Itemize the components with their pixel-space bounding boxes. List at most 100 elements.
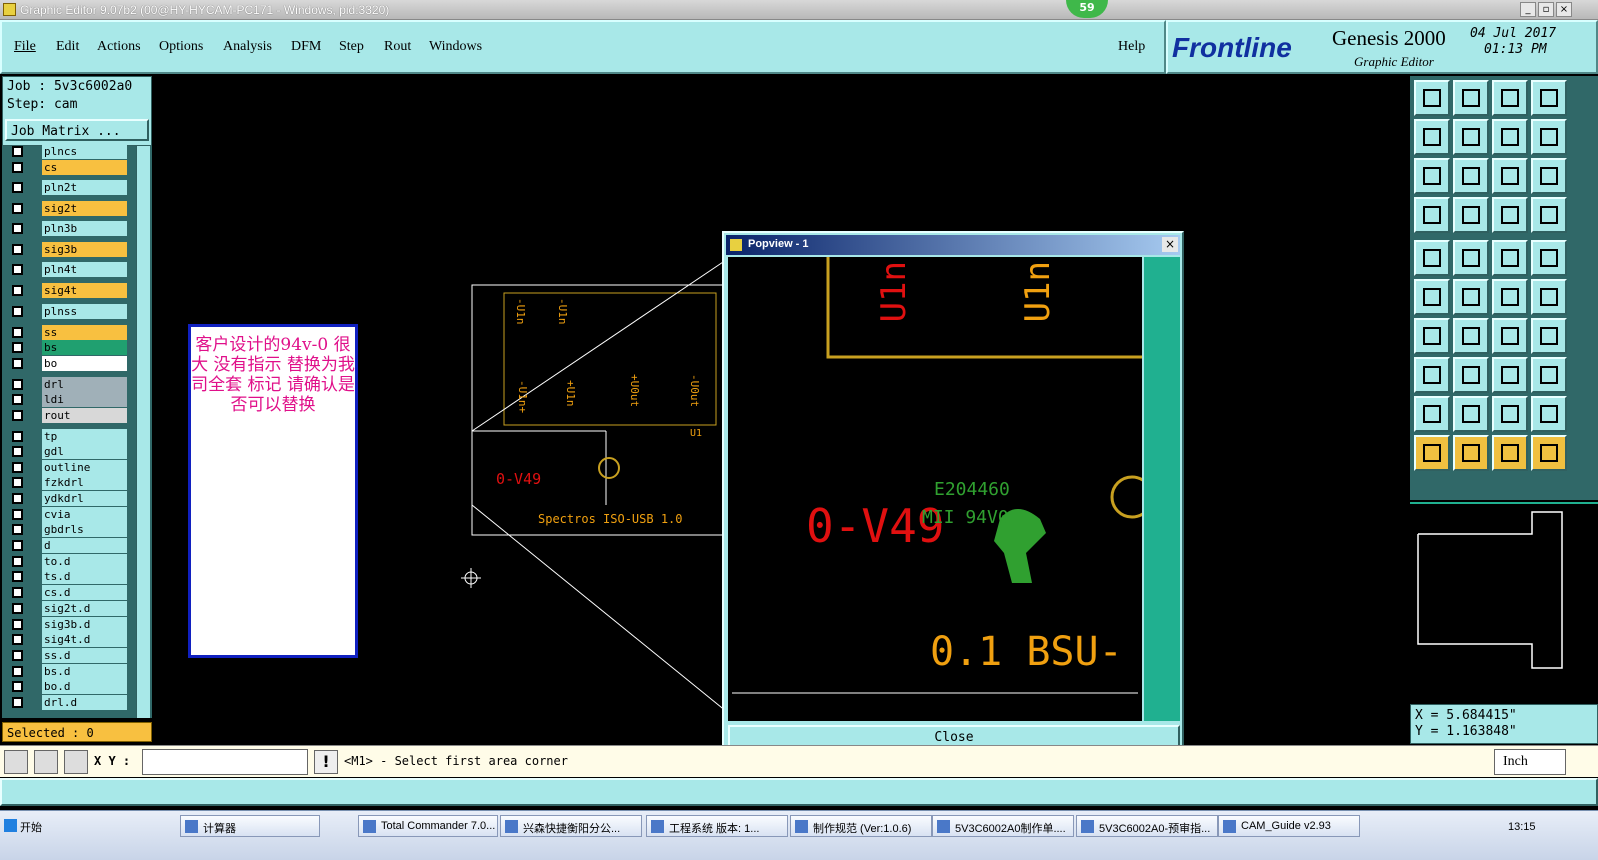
layer-select2-icon[interactable] <box>1531 197 1567 233</box>
zoom-center-icon[interactable] <box>1453 158 1489 194</box>
menu-rout[interactable]: Rout <box>384 39 411 55</box>
layer-checkbox[interactable] <box>12 509 23 520</box>
layer-checkbox[interactable] <box>12 146 23 157</box>
layer-name[interactable]: ldi <box>42 392 127 407</box>
layer-name[interactable]: drl.d <box>42 695 127 710</box>
move-icon[interactable] <box>1492 357 1528 393</box>
layer-name[interactable]: ts.d <box>42 569 127 584</box>
connect-icon[interactable] <box>1492 279 1528 315</box>
node-icon[interactable] <box>1414 279 1450 315</box>
pointer4-icon[interactable] <box>1531 435 1567 471</box>
layer-name[interactable]: outline <box>42 460 127 475</box>
menu-analysis[interactable]: Analysis <box>223 39 272 55</box>
layer-checkbox[interactable] <box>12 681 23 692</box>
menu-help[interactable]: Help <box>1118 39 1145 55</box>
menu-options[interactable]: Options <box>159 39 203 55</box>
layer-checkbox[interactable] <box>12 342 23 353</box>
layer-name[interactable]: bo <box>42 356 127 371</box>
layer-name[interactable]: ss <box>42 325 127 340</box>
layer-name[interactable]: tp <box>42 429 127 444</box>
line-draw-icon[interactable] <box>1453 240 1489 276</box>
triangle-icon[interactable] <box>1414 396 1450 432</box>
layer-checkbox[interactable] <box>12 587 23 598</box>
pan-right-icon[interactable] <box>1453 119 1489 155</box>
zoom-fit-icon[interactable] <box>1414 158 1450 194</box>
restore-button[interactable]: ▫ <box>1538 2 1554 17</box>
taskbar-item-7[interactable]: CAM_Guide v2.93 <box>1218 815 1360 837</box>
layer-name[interactable]: plnss <box>42 304 127 319</box>
pointer-icon[interactable] <box>1414 435 1450 471</box>
layer-checkbox[interactable] <box>12 162 23 173</box>
taskbar-item-4[interactable]: 制作规范 (Ver:1.0.6) <box>790 815 932 837</box>
properties-icon[interactable] <box>1414 197 1450 233</box>
layer-checkbox[interactable] <box>12 462 23 473</box>
open-job-icon[interactable] <box>1414 80 1450 116</box>
snap-icon[interactable] <box>4 750 28 774</box>
warning-icon[interactable]: ! <box>314 750 338 774</box>
layer-checkbox[interactable] <box>12 223 23 234</box>
layer-name[interactable]: cvia <box>42 507 127 522</box>
layer-name[interactable]: cs <box>42 160 127 175</box>
layer-name[interactable]: sig2t <box>42 201 127 216</box>
layer-checkbox[interactable] <box>12 410 23 421</box>
layer-checkbox[interactable] <box>12 697 23 708</box>
menu-windows[interactable]: Windows <box>429 39 482 55</box>
layer-name[interactable]: fzkdrl <box>42 475 127 490</box>
layer-name[interactable]: pln3b <box>42 221 127 236</box>
taskbar-item-3[interactable]: 工程系统 版本: 1... <box>646 815 788 837</box>
minus-icon[interactable] <box>1453 357 1489 393</box>
popview-close-button[interactable]: Close <box>728 725 1180 747</box>
start-button[interactable]: 开始 <box>0 815 50 837</box>
layer-checkbox[interactable] <box>12 540 23 551</box>
angle-icon[interactable] <box>1414 318 1450 354</box>
layer-name[interactable]: bs <box>42 340 127 355</box>
popview-canvas[interactable]: U1n U1n 0-V49 E204460 MII 94V0 0.1 BSU- <box>728 257 1142 721</box>
pad-icon[interactable] <box>1414 240 1450 276</box>
home-icon[interactable] <box>1492 80 1528 116</box>
layer-checkbox[interactable] <box>12 666 23 677</box>
layer-name[interactable]: ydkdrl <box>42 491 127 506</box>
grid-icon[interactable] <box>64 750 88 774</box>
rotate-icon[interactable] <box>1492 318 1528 354</box>
layer-checkbox[interactable] <box>12 306 23 317</box>
layer-name[interactable]: pln2t <box>42 180 127 195</box>
layer-checkbox[interactable] <box>12 493 23 504</box>
scale-1-2-icon[interactable] <box>1492 158 1528 194</box>
redraw-icon[interactable] <box>1531 119 1567 155</box>
layer-checkbox[interactable] <box>12 650 23 661</box>
layer-name[interactable]: sig3b.d <box>42 617 127 632</box>
layer-checkbox[interactable] <box>12 634 23 645</box>
layer-checkbox[interactable] <box>12 182 23 193</box>
layer-checkbox[interactable] <box>12 477 23 488</box>
grid-icon[interactable] <box>1453 197 1489 233</box>
layer-name[interactable]: to.d <box>42 554 127 569</box>
measure-icon[interactable] <box>34 750 58 774</box>
layer-checkbox[interactable] <box>12 327 23 338</box>
diagonal-icon[interactable] <box>1453 318 1489 354</box>
layer-select-icon[interactable] <box>1492 197 1528 233</box>
layer-name[interactable]: sig4t.d <box>42 632 127 647</box>
layer-checkbox[interactable] <box>12 203 23 214</box>
cross-icon[interactable] <box>1453 279 1489 315</box>
layer-name[interactable]: d <box>42 538 127 553</box>
triangle4-icon[interactable] <box>1531 396 1567 432</box>
menu-step[interactable]: Step <box>339 39 364 55</box>
pointer2-icon[interactable] <box>1453 435 1489 471</box>
layer-name[interactable]: gdl <box>42 444 127 459</box>
layer-name[interactable]: pln4t <box>42 262 127 277</box>
menu-file[interactable]: File <box>14 39 36 55</box>
layer-name[interactable]: plncs <box>42 144 127 159</box>
triangle3-icon[interactable] <box>1492 396 1528 432</box>
layer-checkbox[interactable] <box>12 285 23 296</box>
layer-checkbox[interactable] <box>12 264 23 275</box>
help-icon[interactable] <box>1531 158 1567 194</box>
taskbar-item-1[interactable]: Total Commander 7.0... <box>358 815 498 837</box>
layer-checkbox[interactable] <box>12 244 23 255</box>
taskbar-item-6[interactable]: 5V3C6002A0-预审指... <box>1076 815 1218 837</box>
layer-name[interactable]: rout <box>42 408 127 423</box>
layer-name[interactable]: sig2t.d <box>42 601 127 616</box>
select-area-icon[interactable] <box>1414 357 1450 393</box>
layer-checkbox[interactable] <box>12 524 23 535</box>
layer-scrollbar[interactable] <box>136 146 150 718</box>
menu-edit[interactable]: Edit <box>56 39 79 55</box>
